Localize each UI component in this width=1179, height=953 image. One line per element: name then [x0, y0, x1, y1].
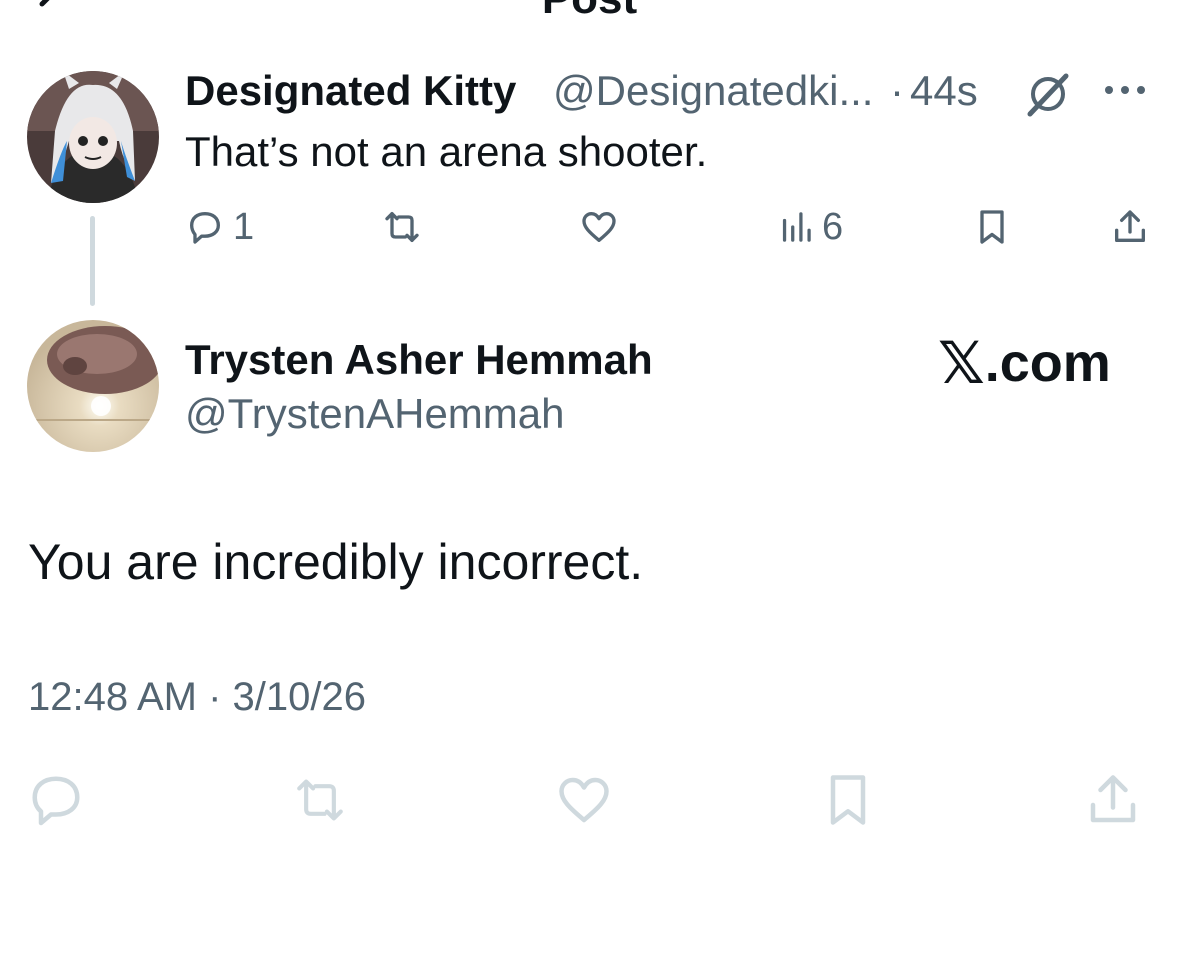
post-text: You are incredibly incorrect.	[28, 534, 644, 590]
separator-dot: ·	[890, 67, 904, 114]
views-count: 6	[822, 205, 844, 248]
grok-icon[interactable]	[1024, 70, 1072, 118]
author-name[interactable]: Trysten Asher Hemmah	[185, 335, 653, 385]
bookmark-button[interactable]	[972, 202, 1012, 252]
heart-icon[interactable]	[554, 770, 614, 830]
x-logo: 𝕏	[938, 329, 985, 397]
author-name[interactable]: Designated Kitty	[185, 66, 516, 116]
watermark-text: .com	[984, 333, 1111, 393]
avatar-trysten[interactable]	[27, 320, 159, 452]
reply-icon	[190, 212, 220, 244]
repost-icon[interactable]	[290, 770, 350, 830]
page-title: Post	[0, 0, 1179, 24]
bookmark-icon[interactable]	[818, 770, 878, 830]
post-text: That’s not an arena shooter.	[185, 128, 708, 175]
views-button[interactable]: 6	[778, 202, 843, 252]
repost-button[interactable]	[380, 202, 432, 252]
views-chart-icon	[782, 212, 811, 242]
share-button[interactable]	[1110, 202, 1150, 252]
more-options-icon[interactable]	[1100, 75, 1150, 105]
like-button[interactable]	[578, 202, 628, 252]
post-time-ago[interactable]: 44s	[910, 66, 978, 116]
bookmark-icon	[980, 210, 1004, 244]
avatar-designated-kitty[interactable]	[27, 71, 159, 203]
post-timestamp[interactable]: 12:48 AM · 3/10/26	[28, 672, 366, 722]
heart-icon	[582, 212, 616, 242]
author-handle[interactable]: @Designatedki...	[553, 66, 873, 116]
reply-button[interactable]: 1	[185, 202, 254, 252]
x-com-watermark: 𝕏 .com	[938, 333, 1111, 393]
top-bar: Post	[0, 0, 1179, 23]
more-horizontal-icon[interactable]	[1064, 0, 1124, 8]
reply-icon[interactable]	[26, 770, 86, 830]
share-icon[interactable]	[1083, 770, 1143, 830]
reply-count: 1	[233, 205, 255, 248]
repost-icon	[385, 212, 419, 242]
thread-connector-line	[90, 216, 95, 306]
share-icon	[1115, 210, 1145, 242]
author-handle[interactable]: @TrystenAHemmah	[185, 389, 565, 439]
